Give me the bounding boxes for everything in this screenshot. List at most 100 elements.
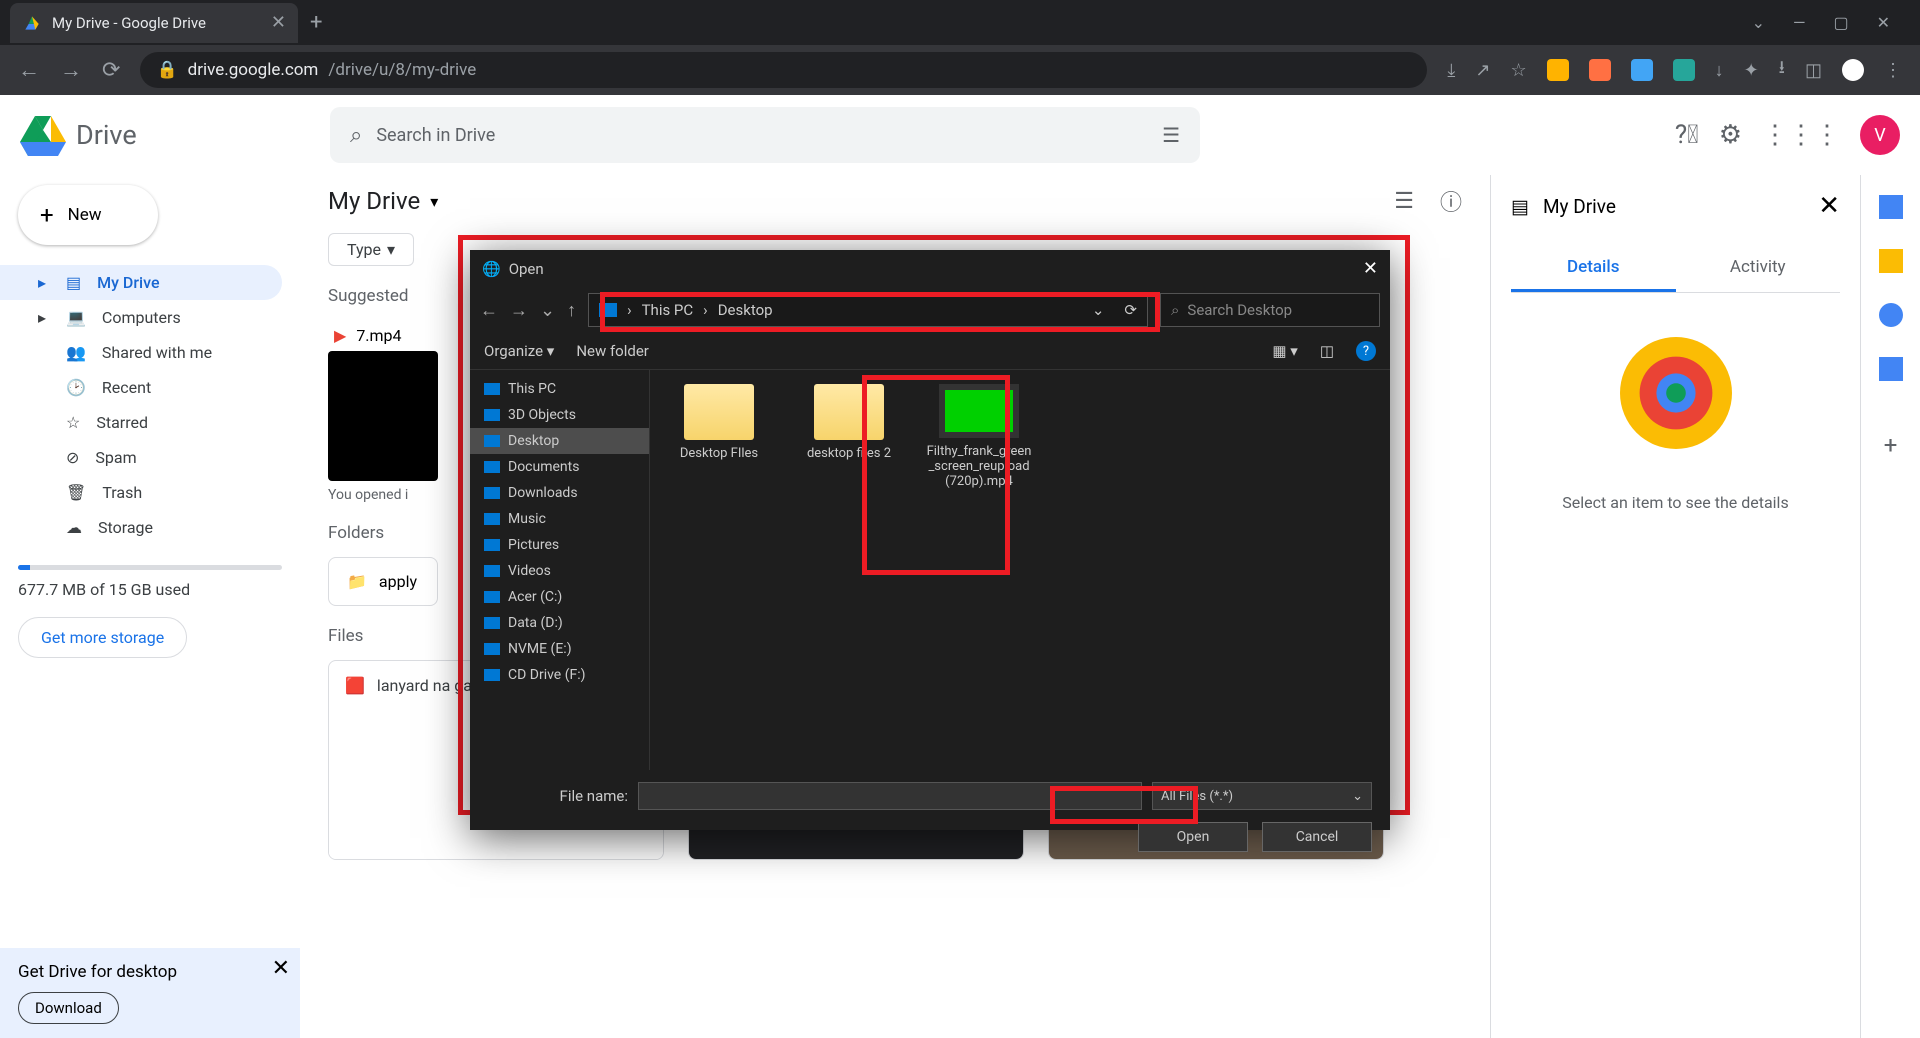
new-folder-button[interactable]: New folder (576, 342, 649, 360)
close-panel-button[interactable]: ✕ (1818, 191, 1840, 221)
tree-item[interactable]: Videos (470, 558, 649, 584)
preview-pane-icon[interactable]: ◫ (1320, 342, 1334, 360)
cancel-button[interactable]: Cancel (1262, 822, 1372, 852)
tree-item[interactable]: Desktop (470, 428, 649, 454)
extension-1-icon[interactable] (1547, 59, 1569, 81)
organize-button[interactable]: Organize ▾ (484, 342, 554, 360)
tune-icon[interactable]: ☰ (1162, 123, 1180, 147)
user-avatar[interactable]: V (1860, 115, 1900, 155)
keep-icon[interactable] (1879, 249, 1903, 273)
folder-small-icon (484, 565, 500, 577)
extension-4-icon[interactable] (1673, 59, 1695, 81)
dialog-close-button[interactable]: ✕ (1363, 258, 1378, 279)
folder-small-icon (484, 591, 500, 603)
close-window-button[interactable]: ✕ (1877, 13, 1890, 32)
contacts-icon[interactable] (1879, 357, 1903, 381)
tree-item[interactable]: This PC (470, 376, 649, 402)
search-icon: ⌕ (350, 123, 362, 148)
folder-item[interactable]: 📁 apply (328, 557, 438, 606)
downloads-icon[interactable]: ⭳ (1779, 55, 1785, 85)
share-icon[interactable]: ↗ (1475, 60, 1490, 81)
dialog-title: Open (509, 260, 544, 278)
nav-item-my-drive[interactable]: ▸▤My Drive (0, 265, 282, 300)
maximize-button[interactable]: ▢ (1833, 13, 1848, 32)
new-button[interactable]: + New (18, 185, 158, 245)
dialog-tree: This PC3D ObjectsDesktopDocumentsDownloa… (470, 370, 650, 770)
tree-item[interactable]: Data (D:) (470, 610, 649, 636)
promo-close-button[interactable]: ✕ (272, 956, 290, 981)
nav-item-trash[interactable]: 🗑Trash (0, 475, 282, 510)
recent-button[interactable]: ⌄ (540, 300, 555, 321)
reload-button[interactable]: ⟳ (102, 58, 120, 83)
list-view-icon[interactable]: ☰ (1394, 189, 1414, 214)
help-icon[interactable]: ? (1356, 341, 1376, 361)
suggested-meta: You opened i (328, 487, 438, 503)
nav-item-spam[interactable]: ⊘Spam (0, 440, 282, 475)
storage-section: 677.7 MB of 15 GB used Get more storage (18, 565, 282, 658)
suggested-card[interactable]: ▶7.mp4 You opened i (328, 320, 438, 503)
up-button[interactable]: ↑ (567, 300, 576, 321)
search-placeholder: Search in Drive (376, 125, 495, 146)
folder-small-icon (484, 617, 500, 629)
url-path: /drive/u/8/my-drive (328, 60, 476, 80)
nav-item-shared-with-me[interactable]: 👥Shared with me (0, 335, 282, 370)
back-button[interactable]: ← (480, 300, 498, 321)
profile-avatar-icon[interactable] (1842, 59, 1864, 81)
details-title: My Drive (1543, 195, 1616, 218)
nav-item-recent[interactable]: 🕑Recent (0, 370, 282, 405)
sidepanel-icon[interactable]: ◫ (1805, 60, 1822, 81)
folder-small-icon (484, 383, 500, 395)
tree-item[interactable]: 3D Objects (470, 402, 649, 428)
new-tab-button[interactable]: + (310, 10, 322, 35)
nav-item-starred[interactable]: ☆Starred (0, 405, 282, 440)
forward-button[interactable]: → (510, 300, 528, 321)
extension-3-icon[interactable] (1631, 59, 1653, 81)
tree-item[interactable]: Downloads (470, 480, 649, 506)
help-icon[interactable]: ?⃝ (1675, 120, 1699, 150)
nav-item-computers[interactable]: ▸💻Computers (0, 300, 282, 335)
tab-details[interactable]: Details (1511, 245, 1676, 292)
minimize-button[interactable]: — (1793, 13, 1806, 32)
chevron-down-icon[interactable]: ▾ (430, 192, 438, 211)
nav-item-storage[interactable]: ☁Storage (0, 510, 282, 545)
more-menu-icon[interactable]: ⋮ (1884, 60, 1902, 81)
tab-activity[interactable]: Activity (1676, 245, 1841, 292)
folder-small-icon (484, 513, 500, 525)
promo-download-button[interactable]: Download (18, 992, 119, 1024)
tab-close-icon[interactable]: ✕ (271, 12, 286, 33)
tree-item[interactable]: Pictures (470, 532, 649, 558)
folder-item[interactable]: Desktop FIles (664, 384, 774, 461)
tree-item[interactable]: CD Drive (F:) (470, 662, 649, 688)
extension-2-icon[interactable] (1589, 59, 1611, 81)
install-icon[interactable]: ⤓ (1447, 60, 1455, 81)
highlight-path (600, 292, 1160, 332)
tree-item[interactable]: Music (470, 506, 649, 532)
file-name-label: File name: (488, 787, 628, 805)
get-storage-button[interactable]: Get more storage (18, 617, 187, 658)
back-button[interactable]: ← (18, 57, 40, 83)
browser-tab[interactable]: My Drive - Google Drive ✕ (10, 3, 298, 43)
url-input[interactable]: 🔒 drive.google.com/drive/u/8/my-drive (140, 52, 1427, 88)
type-filter[interactable]: Type ▾ (328, 233, 414, 266)
drive-favicon-icon (22, 13, 42, 33)
apps-icon[interactable]: ⋮⋮⋮ (1762, 120, 1840, 150)
dialog-search[interactable]: ⌕ Search Desktop (1160, 293, 1380, 327)
bookmark-icon[interactable]: ☆ (1510, 60, 1526, 81)
calendar-icon[interactable] (1879, 195, 1903, 219)
add-panel-button[interactable]: + (1884, 431, 1898, 459)
tasks-icon[interactable] (1879, 303, 1903, 327)
puzzle-icon[interactable]: ✦ (1744, 60, 1759, 81)
search-bar[interactable]: ⌕ Search in Drive ☰ (330, 107, 1200, 163)
chevron-down-icon[interactable]: ⌄ (1752, 13, 1765, 32)
tree-item[interactable]: Documents (470, 454, 649, 480)
drive-logo[interactable]: Drive (20, 114, 310, 156)
download-arrow-icon[interactable]: ↓ (1715, 60, 1724, 81)
open-button[interactable]: Open (1138, 822, 1248, 852)
info-icon[interactable]: ⓘ (1440, 185, 1462, 217)
settings-icon[interactable]: ⚙ (1719, 120, 1742, 150)
view-options-icon[interactable]: ▦ ▾ (1272, 342, 1297, 360)
forward-button[interactable]: → (60, 57, 82, 83)
browser-chrome: My Drive - Google Drive ✕ + ⌄ — ▢ ✕ ← → … (0, 0, 1920, 95)
tree-item[interactable]: NVME (E:) (470, 636, 649, 662)
tree-item[interactable]: Acer (C:) (470, 584, 649, 610)
